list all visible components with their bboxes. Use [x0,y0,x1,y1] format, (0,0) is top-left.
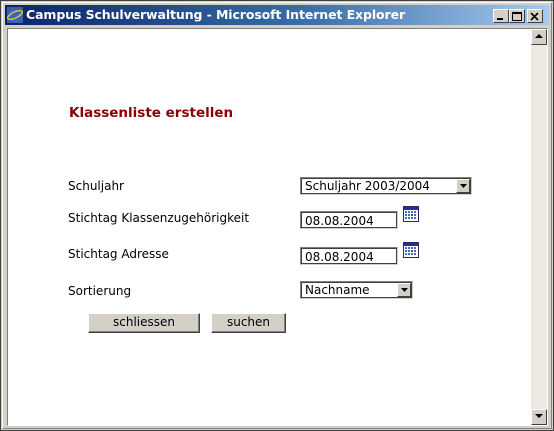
chevron-down-icon[interactable] [456,179,470,193]
page-title: Klassenliste erstellen [69,105,234,121]
schuljahr-select[interactable]: Schuljahr 2003/2004 [300,177,472,195]
window-title: Campus Schulverwaltung - Microsoft Inter… [26,7,406,22]
browser-window: Campus Schulverwaltung - Microsoft Inter… [0,0,554,431]
title-bar[interactable]: Campus Schulverwaltung - Microsoft Inter… [5,5,549,25]
stichtag-klasse-value: 08.08.2004 [305,214,374,228]
arrow-down-icon [535,414,543,418]
maximize-icon [512,12,522,21]
stichtag-adresse-label: Stichtag Adresse [68,247,169,261]
close-icon [530,12,539,21]
stichtag-klasse-label: Stichtag Klassenzugehörigkeit [68,211,250,225]
stichtag-adresse-value: 08.08.2004 [305,250,374,264]
calendar-icon[interactable] [403,206,419,222]
sortierung-label: Sortierung [68,284,132,298]
minimize-icon [497,18,503,20]
close-window-button[interactable] [527,9,543,23]
stichtag-klasse-input[interactable]: 08.08.2004 [300,211,398,229]
schliessen-button[interactable]: schliessen [88,313,200,333]
stichtag-adresse-input[interactable]: 08.08.2004 [300,247,398,265]
scroll-down-button[interactable] [531,409,547,425]
sortierung-value: Nachname [305,283,370,297]
vertical-scrollbar[interactable] [531,29,547,425]
sortierung-select[interactable]: Nachname [300,281,413,299]
page-content: Klassenliste erstellen Schuljahr Schulja… [8,29,531,425]
suchen-button[interactable]: suchen [211,313,286,333]
schuljahr-label: Schuljahr [68,179,124,193]
maximize-button[interactable] [509,9,525,23]
minimize-button[interactable] [493,9,509,23]
calendar-icon[interactable] [403,242,419,258]
internet-explorer-icon [6,7,24,23]
page-viewport: Klassenliste erstellen Schuljahr Schulja… [7,28,548,426]
arrow-up-icon [535,34,543,38]
scroll-up-button[interactable] [531,29,547,45]
chevron-down-icon[interactable] [397,283,411,297]
schuljahr-value: Schuljahr 2003/2004 [305,179,430,193]
